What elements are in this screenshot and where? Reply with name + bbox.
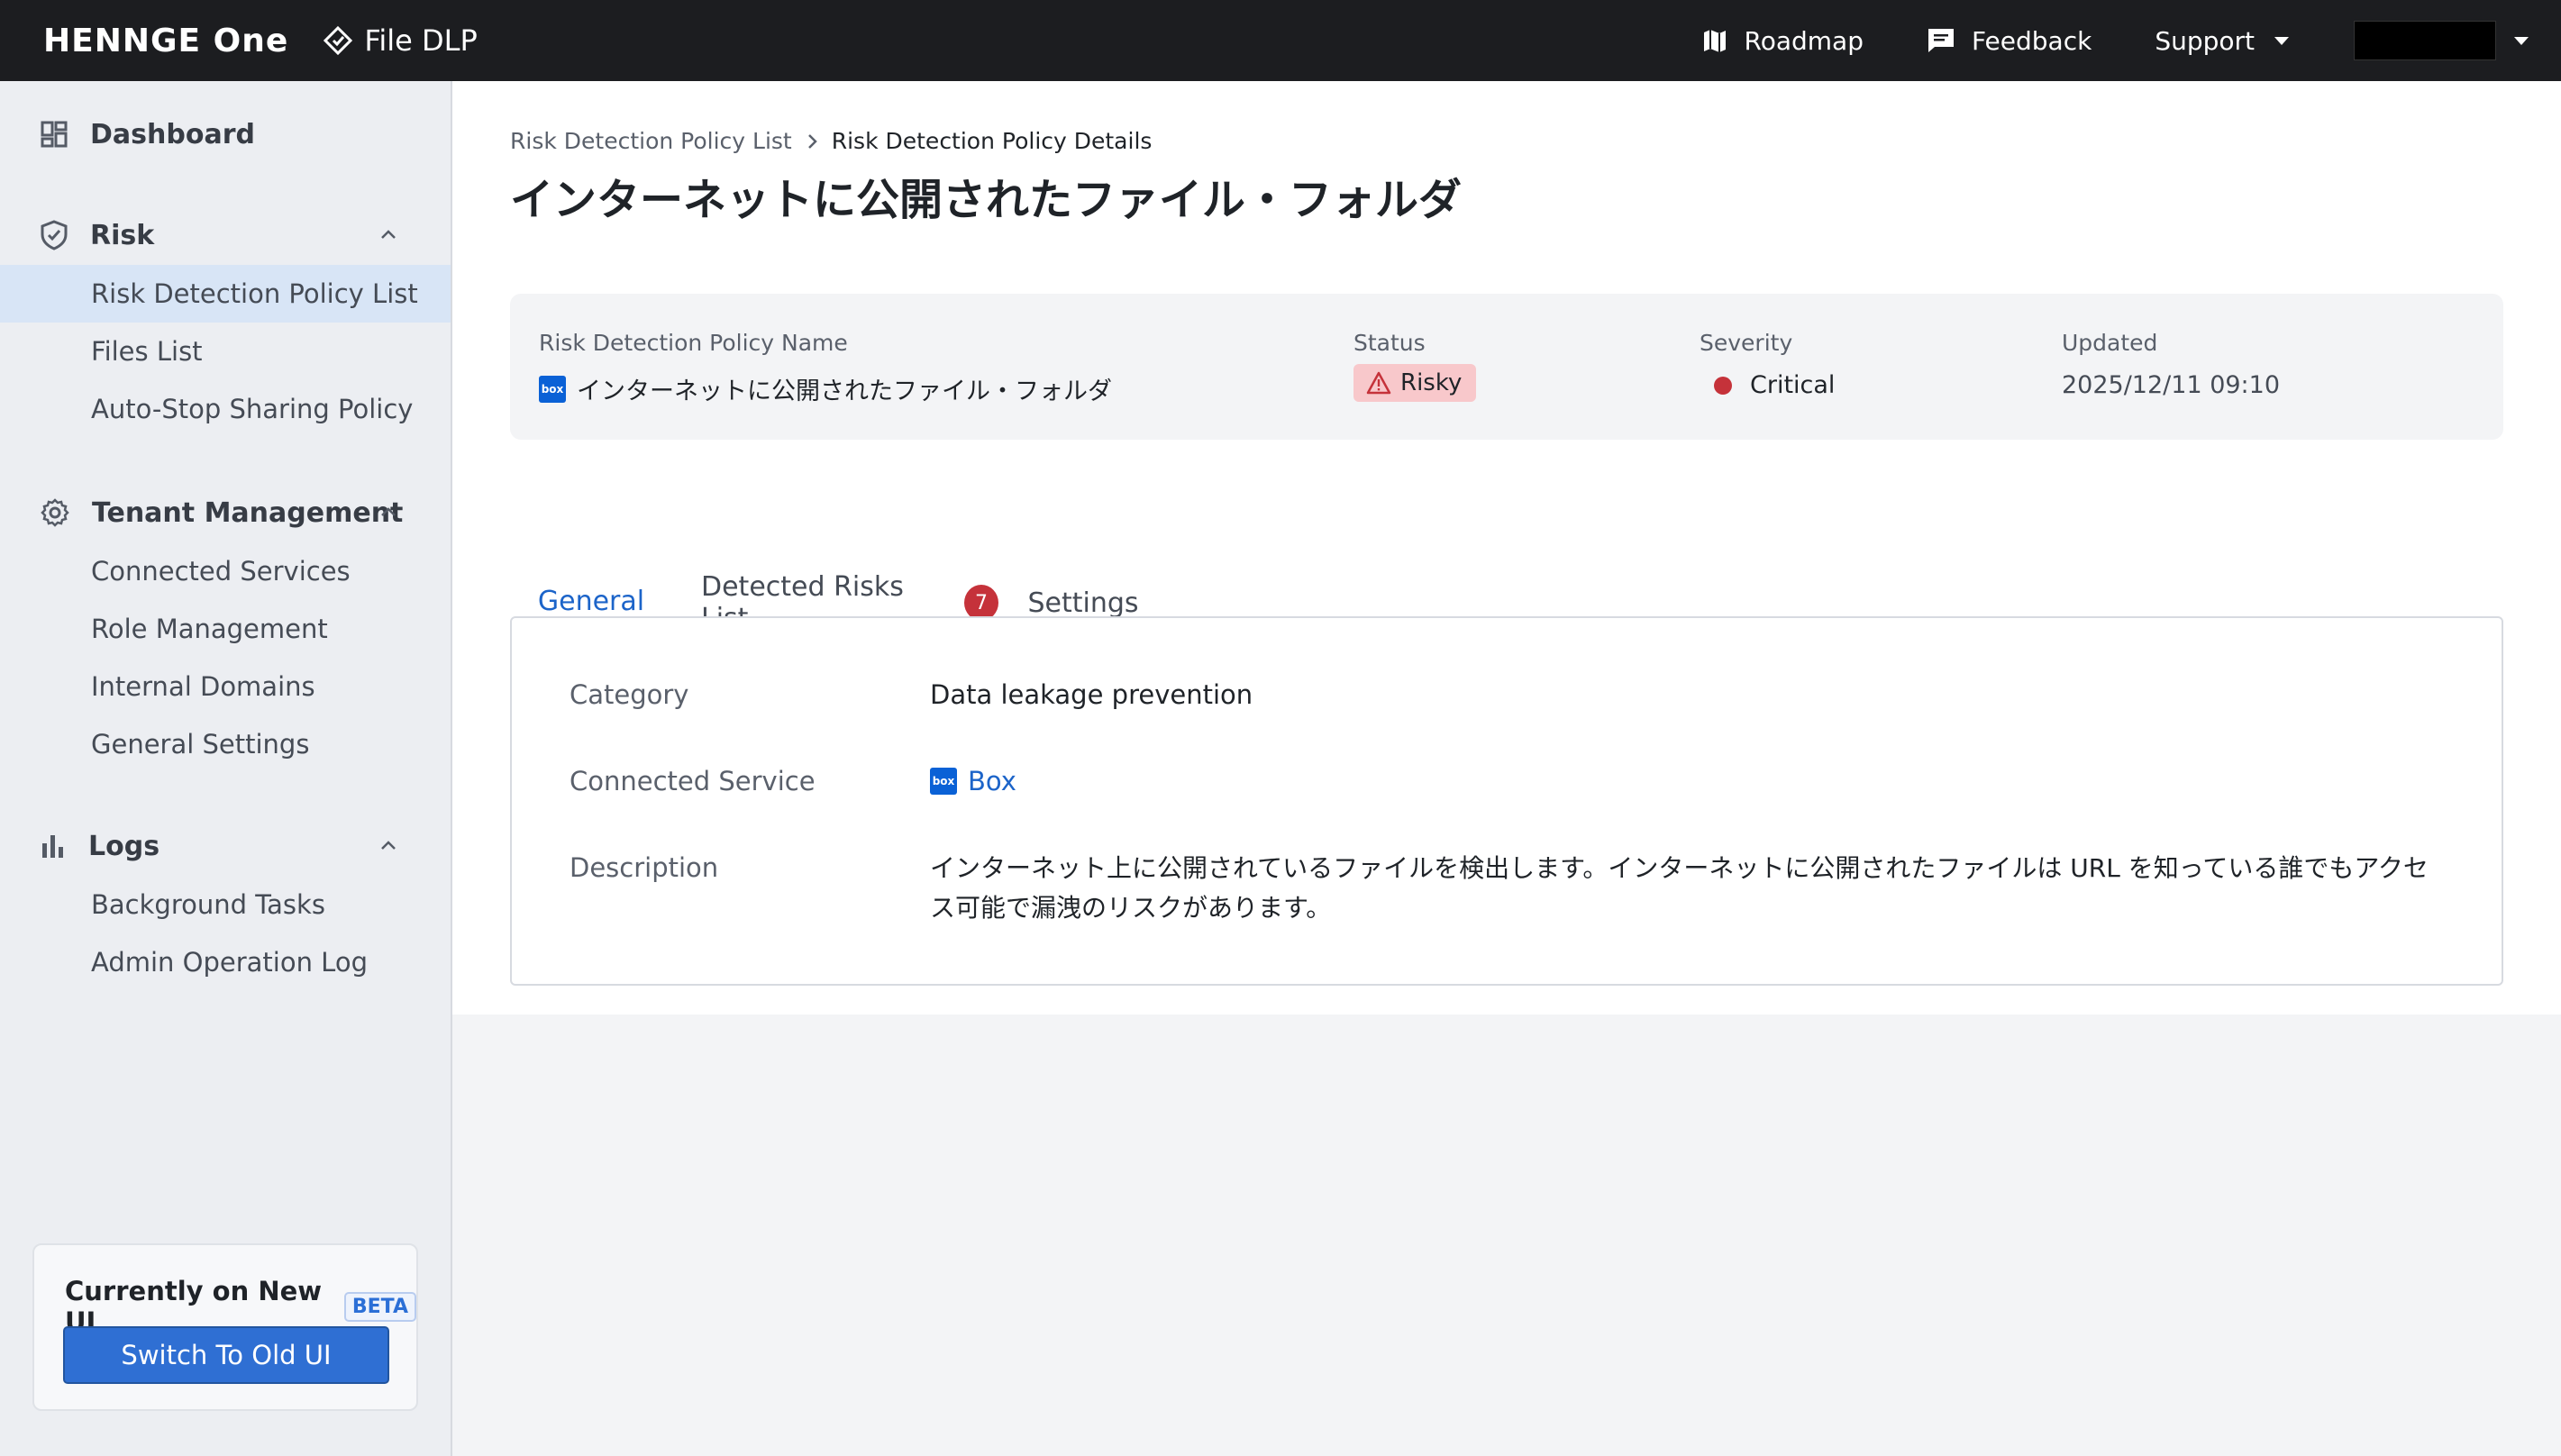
feedback-label: Feedback bbox=[1971, 25, 2092, 56]
sidebar-section-label: Tenant Management bbox=[92, 496, 404, 529]
support-menu[interactable]: Support bbox=[2155, 26, 2289, 56]
description-label: Description bbox=[570, 852, 719, 883]
severity-value: Critical bbox=[1714, 371, 1835, 399]
status-badge-text: Risky bbox=[1400, 369, 1463, 396]
brand-logo[interactable]: HENNGE One bbox=[43, 23, 288, 59]
sidebar-item-dashboard[interactable]: Dashboard bbox=[0, 105, 451, 164]
policy-summary: Risk Detection Policy Name box インターネットに公… bbox=[510, 294, 2503, 440]
sidebar-section-label: Logs bbox=[88, 830, 160, 862]
sidebar-section-logs[interactable]: Logs bbox=[0, 816, 451, 876]
product-label: File DLP bbox=[364, 23, 478, 58]
shield-icon bbox=[41, 220, 68, 250]
sidebar-item-role-management[interactable]: Role Management bbox=[0, 600, 451, 658]
sidebar: Dashboard Risk Risk Detection Policy Lis… bbox=[0, 81, 452, 1456]
chevron-up-icon bbox=[381, 230, 396, 239]
box-icon: box bbox=[930, 768, 957, 795]
severity-text: Critical bbox=[1750, 371, 1836, 399]
status-badge: Risky bbox=[1353, 364, 1477, 402]
sidebar-item-auto-stop-sharing-policy[interactable]: Auto-Stop Sharing Policy bbox=[0, 380, 451, 438]
sidebar-item-background-tasks[interactable]: Background Tasks bbox=[0, 876, 451, 933]
critical-dot-icon bbox=[1714, 376, 1732, 395]
policy-name-text: インターネットに公開されたファイル・フォルダ bbox=[577, 378, 1112, 405]
chevron-right-icon bbox=[807, 133, 817, 149]
connected-service-text: Box bbox=[968, 766, 1016, 796]
description-value: インターネット上に公開されているファイルを検出します。インターネットに公開された… bbox=[930, 853, 2429, 923]
connected-service-label: Connected Service bbox=[570, 766, 816, 796]
gear-icon bbox=[41, 498, 69, 527]
policy-name-label: Risk Detection Policy Name bbox=[539, 330, 848, 356]
switch-to-old-ui-button[interactable]: Switch To Old UI bbox=[63, 1326, 389, 1384]
sidebar-section-label: Risk bbox=[90, 219, 155, 251]
roadmap-label: Roadmap bbox=[1744, 25, 1864, 56]
beta-badge: BETA bbox=[343, 1291, 416, 1322]
severity-label: Severity bbox=[1700, 330, 1793, 356]
main-content: Risk Detection Policy List Risk Detectio… bbox=[452, 81, 2561, 1015]
sidebar-item-connected-services[interactable]: Connected Services bbox=[0, 542, 451, 600]
brand: HENNGE One File DLP bbox=[43, 23, 478, 59]
file-dlp-icon bbox=[324, 25, 353, 56]
support-label: Support bbox=[2155, 25, 2255, 56]
page-background bbox=[452, 1015, 2561, 1456]
top-nav: Roadmap Feedback Support bbox=[1701, 0, 2561, 81]
breadcrumb-current: Risk Detection Policy Details bbox=[831, 128, 1153, 154]
user-menu[interactable] bbox=[2354, 21, 2529, 60]
bar-chart-icon bbox=[42, 835, 63, 858]
category-label: Category bbox=[570, 679, 689, 710]
feedback-icon bbox=[1928, 29, 1954, 52]
policy-name-value: box インターネットに公開されたファイル・フォルダ bbox=[539, 371, 1112, 406]
chevron-down-icon bbox=[2274, 36, 2289, 45]
sidebar-item-admin-operation-log[interactable]: Admin Operation Log bbox=[0, 933, 451, 991]
map-icon bbox=[1703, 30, 1726, 52]
breadcrumb-parent-link[interactable]: Risk Detection Policy List bbox=[510, 128, 792, 154]
chevron-up-icon bbox=[381, 507, 396, 516]
status-value: Risky bbox=[1353, 364, 1477, 402]
box-icon: box bbox=[539, 375, 566, 403]
chevron-up-icon bbox=[381, 841, 396, 850]
status-label: Status bbox=[1353, 330, 1426, 356]
ui-version-card: Currently on New UI BETA Switch To Old U… bbox=[32, 1243, 418, 1411]
sidebar-item-label: Dashboard bbox=[90, 118, 255, 150]
sidebar-section-tenant-management[interactable]: Tenant Management bbox=[0, 483, 451, 542]
dashboard-icon bbox=[41, 121, 68, 148]
sidebar-item-general-settings[interactable]: General Settings bbox=[0, 715, 451, 773]
connected-service-link[interactable]: box Box bbox=[930, 766, 1016, 796]
breadcrumb: Risk Detection Policy List Risk Detectio… bbox=[510, 128, 1152, 154]
product-name[interactable]: File DLP bbox=[323, 23, 478, 58]
feedback-link[interactable]: Feedback bbox=[1927, 26, 2092, 56]
sidebar-item-risk-detection-policy-list[interactable]: Risk Detection Policy List bbox=[0, 265, 451, 323]
sidebar-item-files-list[interactable]: Files List bbox=[0, 323, 451, 380]
count-badge: 7 bbox=[964, 585, 998, 621]
updated-label: Updated bbox=[2062, 330, 2158, 356]
avatar bbox=[2354, 21, 2496, 60]
general-details-card: Category Data leakage prevention Connect… bbox=[510, 616, 2503, 986]
chevron-down-icon bbox=[2514, 36, 2529, 45]
roadmap-link[interactable]: Roadmap bbox=[1701, 26, 1864, 56]
top-bar: HENNGE One File DLP Roadmap Feedback Sup… bbox=[0, 0, 2561, 81]
warning-icon bbox=[1366, 371, 1391, 395]
category-value: Data leakage prevention bbox=[930, 679, 1253, 710]
page-title: インターネットに公開されたファイル・フォルダ bbox=[510, 175, 1463, 225]
sidebar-section-risk[interactable]: Risk bbox=[0, 205, 451, 265]
updated-value: 2025/12/11 09:10 bbox=[2062, 371, 2281, 399]
sidebar-item-internal-domains[interactable]: Internal Domains bbox=[0, 658, 451, 715]
